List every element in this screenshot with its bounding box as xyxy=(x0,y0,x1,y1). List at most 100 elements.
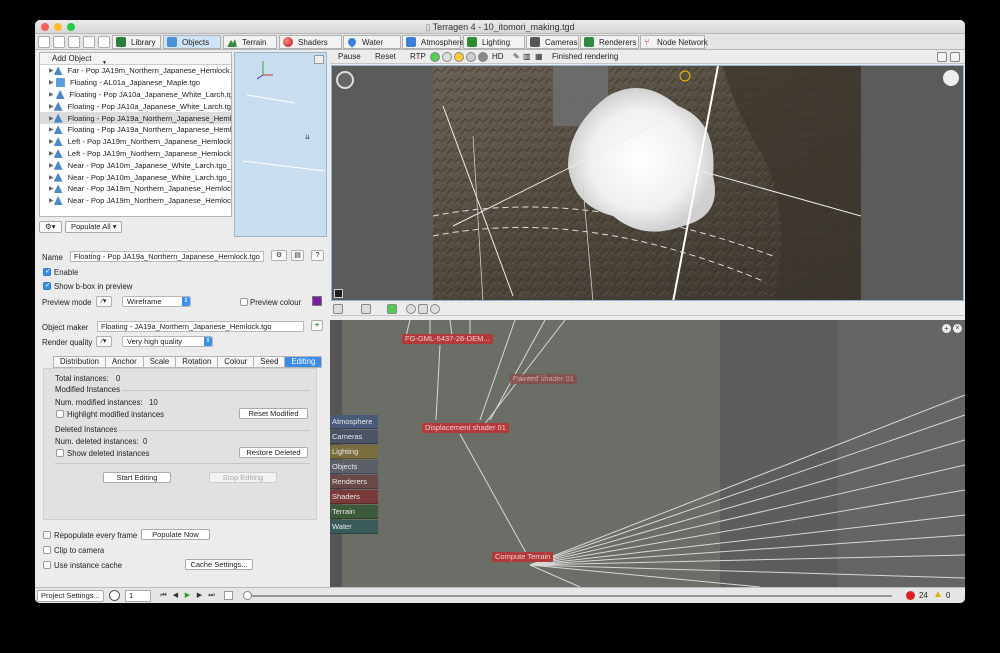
add-node-icon[interactable]: + xyxy=(942,324,951,333)
list-item[interactable]: ▶ Left - Pop JA19m_Northern_Japanese_Heml… xyxy=(40,148,231,160)
render-view-icon[interactable] xyxy=(361,304,371,314)
category-shaders[interactable]: Shaders xyxy=(330,490,378,504)
sun-icon[interactable] xyxy=(454,52,464,62)
tab-terrain[interactable]: Terrain xyxy=(223,35,277,49)
disclosure-triangle-icon[interactable]: ▶ xyxy=(49,162,54,169)
category-terrain[interactable]: Terrain xyxy=(330,505,378,519)
highlight-modified-checkbox[interactable] xyxy=(56,410,64,418)
populate-now-button[interactable]: Populate Now xyxy=(141,529,210,540)
list-item[interactable]: ▶ Near - Pop JA10m_Japanese_White_Larch.t… xyxy=(40,159,231,171)
timeline-knob[interactable] xyxy=(243,591,252,600)
cache-settings-button[interactable]: Cache Settings... xyxy=(185,559,253,570)
clip-to-camera-checkbox[interactable] xyxy=(43,546,51,554)
render-viewport[interactable] xyxy=(331,65,964,301)
warning-icon[interactable]: ▲ xyxy=(933,590,943,600)
node-compute-terrain[interactable]: Compute Terrain xyxy=(492,552,554,562)
name-field[interactable]: Floating - Pop JA19a_Northern_Japanese_H… xyxy=(70,251,264,262)
populate-all-button[interactable]: Populate All ▾ xyxy=(65,221,123,233)
render-green-icon[interactable] xyxy=(430,52,440,62)
detach-icon[interactable] xyxy=(950,52,960,62)
stop-editing-button[interactable]: Stop Editing xyxy=(209,472,277,483)
preview-mode-icon[interactable]: ⁄▾ xyxy=(96,296,112,307)
tab-scale[interactable]: Scale xyxy=(142,356,176,368)
preview-colour-swatch[interactable] xyxy=(312,296,322,306)
pause-button[interactable]: Pause xyxy=(338,52,361,62)
node-heightfield-dem[interactable]: FG-GML-5437-26-DEM... xyxy=(402,334,493,344)
object-maker-field[interactable]: Floating - JA19a_Northern_Japanese_Hemlo… xyxy=(97,321,304,332)
timeline-settings-icon[interactable] xyxy=(224,591,233,600)
preview-zoom-button[interactable] xyxy=(314,55,324,64)
go-to-end-icon[interactable]: ⏭ xyxy=(207,591,216,600)
reset-modified-button[interactable]: Reset Modified xyxy=(239,408,308,419)
tab-distribution[interactable]: Distribution xyxy=(53,356,105,368)
category-cameras[interactable]: Cameras xyxy=(330,430,378,444)
tab-colour[interactable]: Colour xyxy=(217,356,254,368)
hd-button[interactable]: HD xyxy=(492,52,504,62)
expand-icon[interactable] xyxy=(937,52,947,62)
preview-mode-select[interactable]: Wireframe ⇕ xyxy=(122,296,191,307)
disclosure-triangle-icon[interactable]: ▶ xyxy=(49,67,54,74)
tab-objects[interactable]: Objects xyxy=(163,35,221,49)
wireframe-sphere-icon[interactable] xyxy=(442,52,452,62)
tab-node-network[interactable]: ⑂ Node Network xyxy=(640,35,708,49)
project-settings-button[interactable]: Project Settings... xyxy=(37,590,104,602)
preview-colour-checkbox[interactable] xyxy=(240,298,248,306)
category-water[interactable]: Water xyxy=(330,520,378,534)
list-item[interactable]: ▶ Near - Pop JA19m_Northern_Japanese_Heml… xyxy=(40,195,231,207)
camera-view-icon[interactable] xyxy=(333,304,343,314)
disclosure-triangle-icon[interactable]: ▶ xyxy=(49,138,54,145)
reset-button[interactable]: Reset xyxy=(375,52,396,62)
brush-icon[interactable]: ✎ xyxy=(513,52,520,62)
new-project-icon[interactable] xyxy=(38,36,50,48)
eye-icon[interactable] xyxy=(406,304,416,314)
tab-cameras[interactable]: Cameras xyxy=(526,35,579,49)
step-forward-icon[interactable]: ▶ xyxy=(195,591,204,600)
save-project-icon[interactable] xyxy=(68,36,80,48)
list-item[interactable]: ▶ Floating - Pop JA10a_Japanese_White_Lar… xyxy=(40,100,231,112)
camera-icon[interactable] xyxy=(336,71,354,89)
category-objects[interactable]: Objects xyxy=(330,460,378,474)
clock-icon[interactable] xyxy=(109,590,120,601)
disclosure-triangle-icon[interactable]: ▶ xyxy=(49,79,56,86)
show-bbox-checkbox[interactable] xyxy=(43,281,51,290)
tab-seed[interactable]: Seed xyxy=(253,356,285,368)
disclosure-triangle-icon[interactable]: ▶ xyxy=(49,91,56,98)
terrain-shade-icon[interactable] xyxy=(478,52,488,62)
tab-renderers[interactable]: Renderers xyxy=(580,35,639,49)
list-item-selected[interactable]: ▶ Floating - Pop JA19a_Northern_Japanese_… xyxy=(40,112,231,124)
list-item[interactable]: ▶ Far - Pop JA19m_Northern_Japanese_Hemlo… xyxy=(40,65,231,77)
layers-icon[interactable]: ▦ xyxy=(535,52,543,62)
object-preview-viewport[interactable]: ⇊ xyxy=(234,52,327,237)
paint-icon[interactable]: ▥ xyxy=(523,52,531,62)
frame-number-field[interactable]: 1 xyxy=(125,590,151,602)
tab-library[interactable]: Library xyxy=(112,35,161,49)
node-view-icon[interactable]: ▤ xyxy=(291,250,304,261)
instance-cache-checkbox[interactable] xyxy=(43,561,51,569)
step-back-icon[interactable]: ◀ xyxy=(171,591,180,600)
tab-anchor[interactable]: Anchor xyxy=(105,356,143,368)
node-displacement-shader[interactable]: Displacement shader 01 xyxy=(422,423,509,433)
tab-water[interactable]: Water xyxy=(343,35,401,49)
revert-icon[interactable] xyxy=(83,36,95,48)
fit-icon[interactable] xyxy=(334,289,343,298)
restore-deleted-button[interactable]: Restore Deleted xyxy=(239,447,308,458)
category-renderers[interactable]: Renderers xyxy=(330,475,378,489)
render-quality-select[interactable]: Very high quality ⇕ xyxy=(122,336,213,347)
frame-icon[interactable] xyxy=(418,304,428,314)
play-icon[interactable]: ▶ xyxy=(183,591,192,600)
node-painted-shader[interactable]: Painted shader 01 xyxy=(510,374,577,384)
disclosure-triangle-icon[interactable]: ▶ xyxy=(49,150,54,157)
tab-lighting[interactable]: Lighting xyxy=(463,35,525,49)
tab-shaders[interactable]: Shaders xyxy=(279,35,342,49)
render-preview-icon[interactable] xyxy=(387,304,397,314)
disclosure-triangle-icon[interactable]: ▶ xyxy=(49,115,54,122)
sphere-icon[interactable] xyxy=(430,304,440,314)
category-lighting[interactable]: Lighting xyxy=(330,445,378,459)
tab-rotation[interactable]: Rotation xyxy=(175,356,218,368)
list-item[interactable]: ▶ Floating - Pop JA19a_Northern_Japanese_… xyxy=(40,124,231,136)
help-icon[interactable]: ? xyxy=(311,250,324,261)
list-item[interactable]: ▶ Near - Pop JA10m_Japanese_White_Larch.t… xyxy=(40,171,231,183)
list-item[interactable]: ▶ Floating - AL01a_Japanese_Maple.tgo xyxy=(40,77,231,89)
list-options-gear-icon[interactable]: ⚙▾ xyxy=(39,221,62,233)
go-to-start-icon[interactable]: ⏮ xyxy=(159,591,168,600)
